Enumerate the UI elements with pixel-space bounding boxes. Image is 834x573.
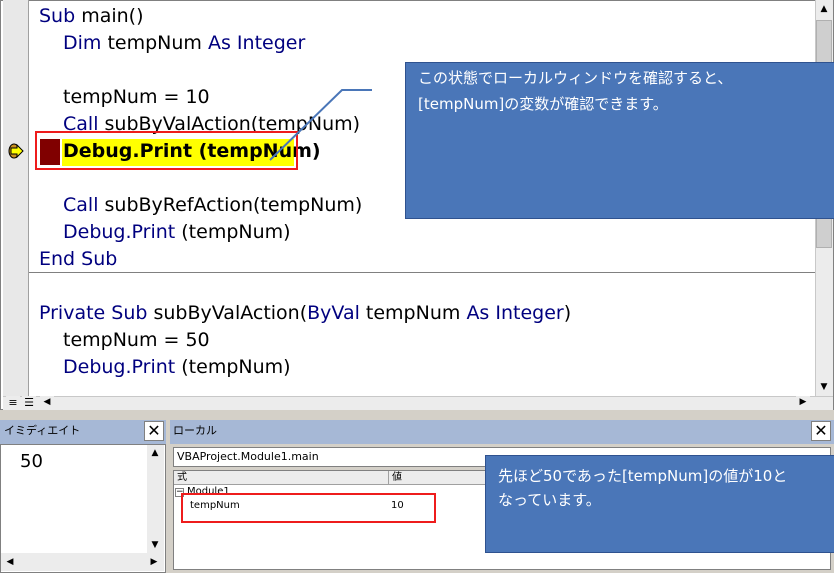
code-text: subByRefAction(tempNum)	[98, 194, 363, 216]
code-line[interactable]: Call subByRefAction(tempNum)	[63, 192, 362, 219]
callout-text: なっています。	[498, 491, 601, 509]
callout-text: 先ほど50であった[tempNum]の値が10と	[498, 467, 788, 485]
column-header-expression[interactable]: 式	[174, 471, 389, 485]
close-icon[interactable]: ✕	[144, 421, 164, 441]
procedure-separator	[29, 272, 815, 273]
procedure-view-icon[interactable]: ≡	[6, 396, 20, 409]
locals-window-titlebar[interactable]	[170, 420, 834, 444]
code-text: tempNum	[359, 302, 467, 324]
code-text: main()	[75, 5, 144, 27]
scroll-right-icon[interactable]: ▶	[796, 396, 810, 409]
scroll-down-icon[interactable]: ▼	[147, 538, 163, 552]
callout-bottom: 先ほど50であった[tempNum]の値が10と なっています。	[485, 455, 834, 553]
locals-window-title: ローカル	[173, 424, 217, 437]
code-line[interactable]: Sub main()	[39, 3, 144, 30]
margin-indicator-bar[interactable]	[3, 0, 29, 396]
keyword: As Integer	[207, 32, 306, 54]
keyword: Sub	[39, 5, 76, 27]
scroll-down-icon[interactable]: ▼	[816, 379, 832, 395]
code-text: tempNum = 10	[63, 86, 210, 108]
scroll-up-icon[interactable]: ▲	[147, 446, 163, 460]
scroll-up-icon[interactable]: ▲	[816, 1, 832, 17]
code-line[interactable]: tempNum = 10	[63, 84, 210, 111]
keyword: ByVal	[307, 302, 360, 324]
scroll-left-icon[interactable]: ◀	[3, 555, 17, 569]
code-line[interactable]: End Sub	[39, 246, 117, 273]
keyword: Debug.Print	[63, 221, 176, 243]
keyword: Dim	[63, 32, 102, 54]
code-text: (tempNum)	[175, 221, 291, 243]
execution-arrow-icon	[8, 143, 24, 159]
callout-top: この状態でローカルウィンドウを確認すると、 [tempNum]の変数が確認できま…	[405, 62, 834, 219]
callout-text: [tempNum]の変数が確認できます。	[418, 95, 668, 113]
immediate-output: 50	[20, 451, 43, 472]
keyword: Debug.Print	[63, 356, 176, 378]
code-line[interactable]: Private Sub subByValAction(ByVal tempNum…	[39, 300, 571, 327]
code-line[interactable]: tempNum = 50	[63, 327, 210, 354]
code-line[interactable]: Debug.Print (tempNum)	[63, 354, 291, 381]
horizontal-scrollbar[interactable]	[3, 396, 833, 410]
code-line[interactable]: Dim tempNum As Integer	[63, 30, 305, 57]
keyword: As Integer	[466, 302, 564, 324]
keyword: Call	[63, 194, 99, 216]
code-text: tempNum = 50	[63, 329, 210, 351]
code-text: tempNum	[101, 32, 208, 54]
scroll-right-icon[interactable]: ▶	[147, 555, 161, 569]
code-text: )	[563, 302, 572, 324]
immediate-horizontal-scrollbar[interactable]	[1, 553, 164, 571]
callout-text: この状態でローカルウィンドウを確認すると、	[418, 69, 733, 87]
immediate-window-title: イミディエイト	[4, 424, 81, 437]
keyword: End Sub	[39, 248, 118, 270]
immediate-vertical-scrollbar[interactable]	[147, 445, 164, 553]
code-line[interactable]: Debug.Print (tempNum)	[63, 219, 291, 246]
close-icon[interactable]: ✕	[811, 421, 831, 441]
annotation-red-box	[35, 131, 298, 170]
code-text: subByValAction(	[147, 302, 308, 324]
keyword: Private Sub	[39, 302, 148, 324]
scroll-left-icon[interactable]: ◀	[40, 396, 54, 409]
code-text: (tempNum)	[175, 356, 291, 378]
full-module-view-icon[interactable]: ☰	[22, 396, 36, 409]
annotation-red-box	[181, 493, 436, 523]
